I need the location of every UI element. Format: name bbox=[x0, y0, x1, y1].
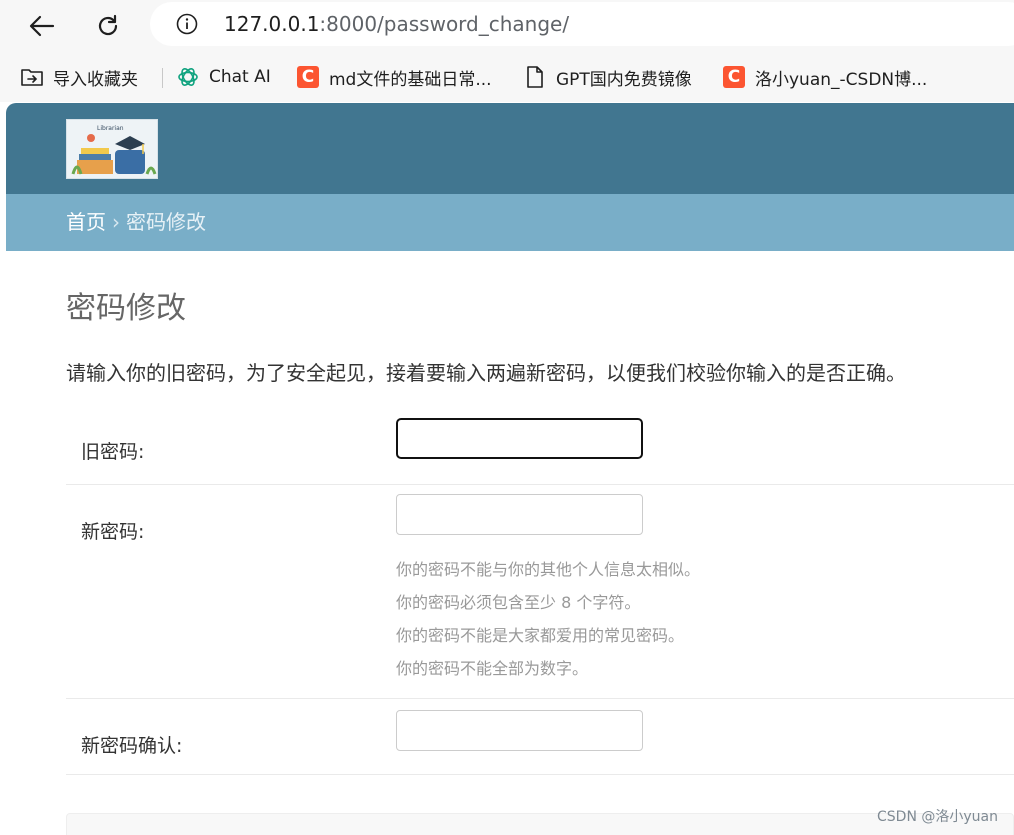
page-title: 密码修改 bbox=[66, 291, 186, 326]
bookmark-label: 导入收藏夹 bbox=[53, 69, 138, 90]
bookmark-label: Chat AI bbox=[209, 67, 271, 87]
bookmark-gpt-mirror[interactable]: GPT国内免费镜像 bbox=[523, 63, 692, 91]
bookmark-import[interactable]: 导入收藏夹 bbox=[20, 63, 138, 91]
form-row-old-password: 旧密码: bbox=[66, 411, 1014, 485]
breadcrumb-separator: › bbox=[112, 210, 120, 234]
site-header: Librarian bbox=[6, 103, 1014, 194]
new-password-label: 新密码: bbox=[81, 521, 145, 543]
help-text: 你的密码必须包含至少 8 个字符。 bbox=[396, 593, 641, 612]
page-icon bbox=[523, 65, 547, 89]
watermark: CSDN @洛小yuan bbox=[877, 809, 998, 825]
intro-text: 请输入你的旧密码，为了安全起见，接着要输入两遍新密码，以便我们校验你输入的是否正… bbox=[66, 361, 906, 385]
bookmarks-bar: 导入收藏夹 Chat AI C md文件的基础日常... GPT国内免费镜像 C bbox=[0, 52, 1014, 102]
breadcrumb-current: 密码修改 bbox=[126, 210, 206, 234]
bookmark-md-file[interactable]: C md文件的基础日常... bbox=[296, 63, 492, 91]
openai-icon bbox=[176, 65, 200, 89]
password-help-list: 你的密码不能与你的其他个人信息太相似。 你的密码必须包含至少 8 个字符。 你的… bbox=[396, 553, 700, 685]
bookmark-label: md文件的基础日常... bbox=[329, 69, 492, 90]
help-text: 你的密码不能全部为数字。 bbox=[396, 659, 589, 678]
bookmark-chat-ai[interactable]: Chat AI bbox=[176, 63, 271, 91]
reload-icon bbox=[98, 14, 118, 36]
address-bar[interactable]: 127.0.0.1:8000/password_change/ bbox=[150, 2, 1014, 46]
old-password-field[interactable] bbox=[396, 418, 643, 459]
confirm-password-label: 新密码确认: bbox=[81, 735, 183, 757]
old-password-label: 旧密码: bbox=[81, 441, 145, 463]
form-row-confirm-password: 新密码确认: bbox=[66, 699, 1014, 775]
breadcrumb-home-link[interactable]: 首页 bbox=[66, 210, 106, 234]
help-text: 你的密码不能与你的其他个人信息太相似。 bbox=[396, 560, 701, 579]
reload-button[interactable] bbox=[90, 8, 126, 44]
bookmark-label: 洛小yuan_-CSDN博... bbox=[755, 69, 928, 90]
bookmark-label: GPT国内免费镜像 bbox=[556, 69, 692, 90]
url-host: 127.0.0.1 bbox=[224, 12, 320, 36]
bookmark-separator bbox=[162, 68, 163, 88]
submit-row bbox=[66, 813, 1014, 835]
svg-text:Librarian: Librarian bbox=[97, 125, 124, 132]
breadcrumb: 首页 › 密码修改 bbox=[6, 194, 1014, 251]
info-icon[interactable] bbox=[176, 13, 198, 35]
url-path: :8000/password_change/ bbox=[319, 12, 570, 36]
help-text: 你的密码不能是大家都爱用的常见密码。 bbox=[396, 626, 685, 645]
form-row-new-password: 新密码: 你的密码不能与你的其他个人信息太相似。 你的密码必须包含至少 8 个字… bbox=[66, 485, 1014, 699]
library-illustration-icon: Librarian bbox=[71, 125, 157, 175]
new-password-field[interactable] bbox=[396, 494, 643, 535]
browser-toolbar: 127.0.0.1:8000/password_change/ bbox=[0, 0, 1014, 52]
url-text[interactable]: 127.0.0.1:8000/password_change/ bbox=[224, 13, 569, 35]
csdn-icon: C bbox=[296, 65, 320, 89]
arrow-left-icon bbox=[29, 15, 55, 37]
site-logo[interactable]: Librarian bbox=[66, 119, 158, 179]
bookmark-csdn-blog[interactable]: C 洛小yuan_-CSDN博... bbox=[722, 63, 927, 91]
confirm-password-field[interactable] bbox=[396, 710, 643, 751]
page-viewport: Librarian 首页 › 密码修改 密码修改 请输入你的旧密码，为了安全起见，接… bbox=[6, 103, 1014, 835]
import-bookmarks-icon bbox=[20, 65, 44, 89]
csdn-icon: C bbox=[722, 65, 746, 89]
back-button[interactable] bbox=[24, 8, 60, 44]
